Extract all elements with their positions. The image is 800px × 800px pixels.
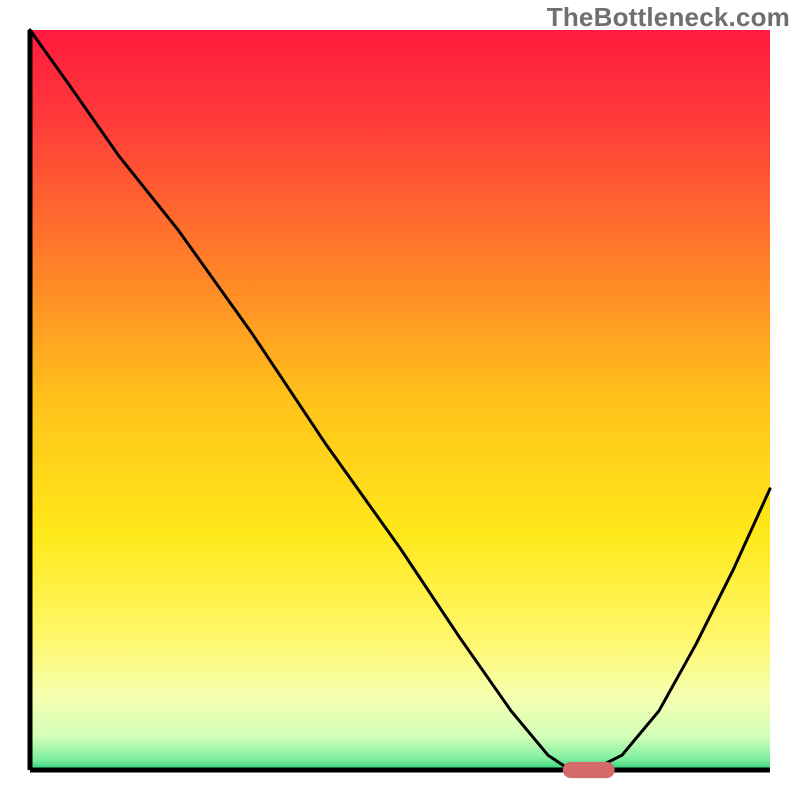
chart-container: TheBottleneck.com [0, 0, 800, 800]
plot-background [30, 30, 770, 770]
optimal-range-marker [563, 762, 615, 778]
bottleneck-chart [0, 0, 800, 800]
watermark-text: TheBottleneck.com [547, 2, 790, 33]
